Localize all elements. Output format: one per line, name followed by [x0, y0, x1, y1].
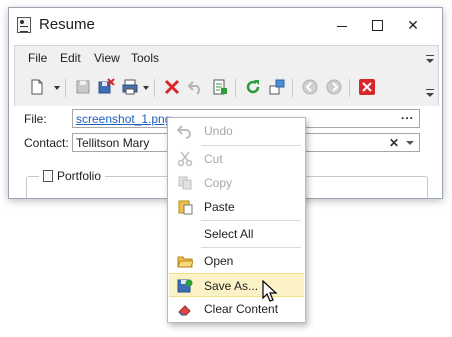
menu-item-label: Open — [204, 254, 234, 268]
context-menu: Undo Cut Copy Paste Select All Open Save… — [167, 117, 306, 323]
toolbar-separator — [292, 79, 293, 97]
next-icon[interactable] — [325, 78, 343, 96]
minimize-button[interactable] — [329, 15, 355, 35]
menu-bar: File Edit View Tools — [15, 46, 438, 70]
layout-icon[interactable] — [268, 78, 286, 96]
toolbar-separator — [154, 79, 155, 97]
refresh-icon[interactable] — [244, 78, 262, 96]
menu-item-label: Cut — [204, 152, 223, 166]
menu-edit[interactable]: Edit — [60, 51, 81, 65]
undo-icon — [177, 125, 191, 139]
menu-item-paste[interactable]: Paste — [169, 195, 304, 219]
title-bar[interactable]: Resume ✕ — [9, 8, 442, 42]
eraser-icon — [178, 305, 191, 316]
portfolio-label: Portfolio — [57, 169, 102, 183]
save-as-icon — [177, 279, 193, 293]
undo-icon[interactable] — [187, 78, 205, 96]
menu-item-open[interactable]: Open — [169, 249, 304, 273]
toolbar-overflow-icon[interactable] — [426, 89, 434, 97]
portfolio-group-title: Portfolio — [39, 169, 106, 183]
save-icon[interactable] — [74, 78, 92, 96]
menu-view[interactable]: View — [94, 51, 120, 65]
menu-item-save-as[interactable]: Save As... — [169, 273, 304, 297]
close-button[interactable]: ✕ — [400, 15, 426, 35]
toolbar-separator — [235, 79, 236, 97]
scissors-icon — [177, 151, 193, 167]
menu-separator — [201, 247, 301, 248]
window-title: Resume — [39, 16, 95, 33]
copy-icon — [178, 176, 192, 190]
print-dropdown-icon[interactable] — [143, 86, 149, 90]
new-document-icon[interactable] — [28, 78, 46, 96]
menu-item-label: Select All — [204, 227, 254, 241]
menu-item-cut[interactable]: Cut — [169, 147, 304, 171]
save-close-icon[interactable] — [97, 78, 115, 96]
menu-separator — [201, 220, 301, 221]
paste-icon — [178, 200, 193, 215]
clear-icon[interactable]: ✕ — [389, 136, 399, 150]
menu-tools[interactable]: Tools — [131, 51, 159, 65]
contact-label: Contact: — [24, 136, 69, 150]
delete-icon[interactable] — [163, 78, 181, 96]
file-link[interactable]: screenshot_1.png — [76, 112, 171, 126]
previous-icon[interactable] — [301, 78, 319, 96]
print-icon[interactable] — [121, 78, 139, 96]
menu-item-label: Save As... — [204, 279, 259, 293]
menu-item-label: Paste — [204, 200, 235, 214]
menu-item-clear-content[interactable]: Clear Content — [169, 297, 304, 321]
new-dropdown-icon[interactable] — [54, 86, 60, 90]
command-bar-area: File Edit View Tools — [14, 45, 439, 107]
close-red-icon[interactable] — [358, 78, 376, 96]
folder-icon — [177, 256, 193, 268]
export-icon[interactable] — [211, 78, 229, 96]
toolbar-separator — [65, 79, 66, 97]
menu-item-label: Clear Content — [204, 302, 279, 316]
menu-item-label: Undo — [204, 124, 233, 138]
toolbar — [15, 72, 438, 104]
toolbar-separator — [349, 79, 350, 97]
menu-item-select-all[interactable]: Select All — [169, 222, 304, 246]
document-icon — [43, 170, 53, 182]
chevron-down-icon[interactable] — [406, 141, 414, 145]
resume-app-icon — [17, 17, 31, 33]
maximize-button[interactable] — [364, 15, 390, 35]
menu-item-copy[interactable]: Copy — [169, 171, 304, 195]
menu-item-undo[interactable]: Undo — [169, 119, 304, 143]
file-browse-button[interactable]: ... — [401, 108, 414, 122]
contact-value: Tellitson Mary — [76, 136, 150, 150]
file-label: File: — [24, 112, 47, 126]
menu-file[interactable]: File — [28, 51, 47, 65]
menu-item-label: Copy — [204, 176, 233, 190]
mouse-cursor-icon — [262, 280, 278, 302]
menu-separator — [201, 145, 301, 146]
menu-overflow-icon[interactable] — [426, 55, 434, 63]
